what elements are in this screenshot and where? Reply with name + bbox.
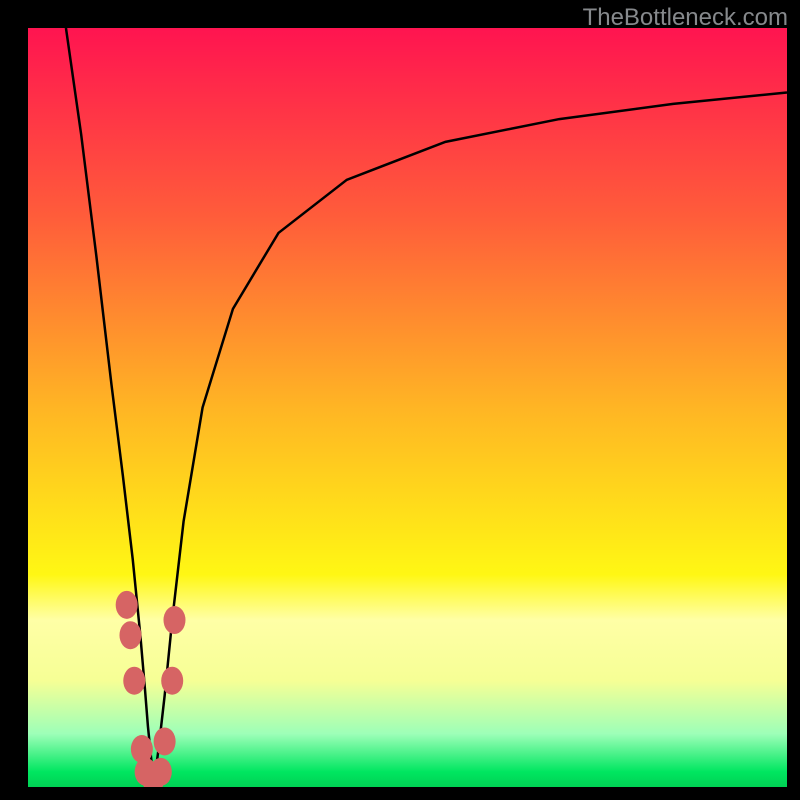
chart-frame: TheBottleneck.com — [0, 0, 800, 800]
chart-marker — [163, 606, 185, 634]
chart-marker — [154, 727, 176, 755]
chart-marker — [150, 758, 172, 786]
chart-marker — [116, 591, 138, 619]
watermark-text: TheBottleneck.com — [583, 4, 788, 32]
chart-marker — [123, 667, 145, 695]
chart-plot — [28, 28, 787, 787]
chart-marker — [161, 667, 183, 695]
chart-marker — [119, 621, 141, 649]
